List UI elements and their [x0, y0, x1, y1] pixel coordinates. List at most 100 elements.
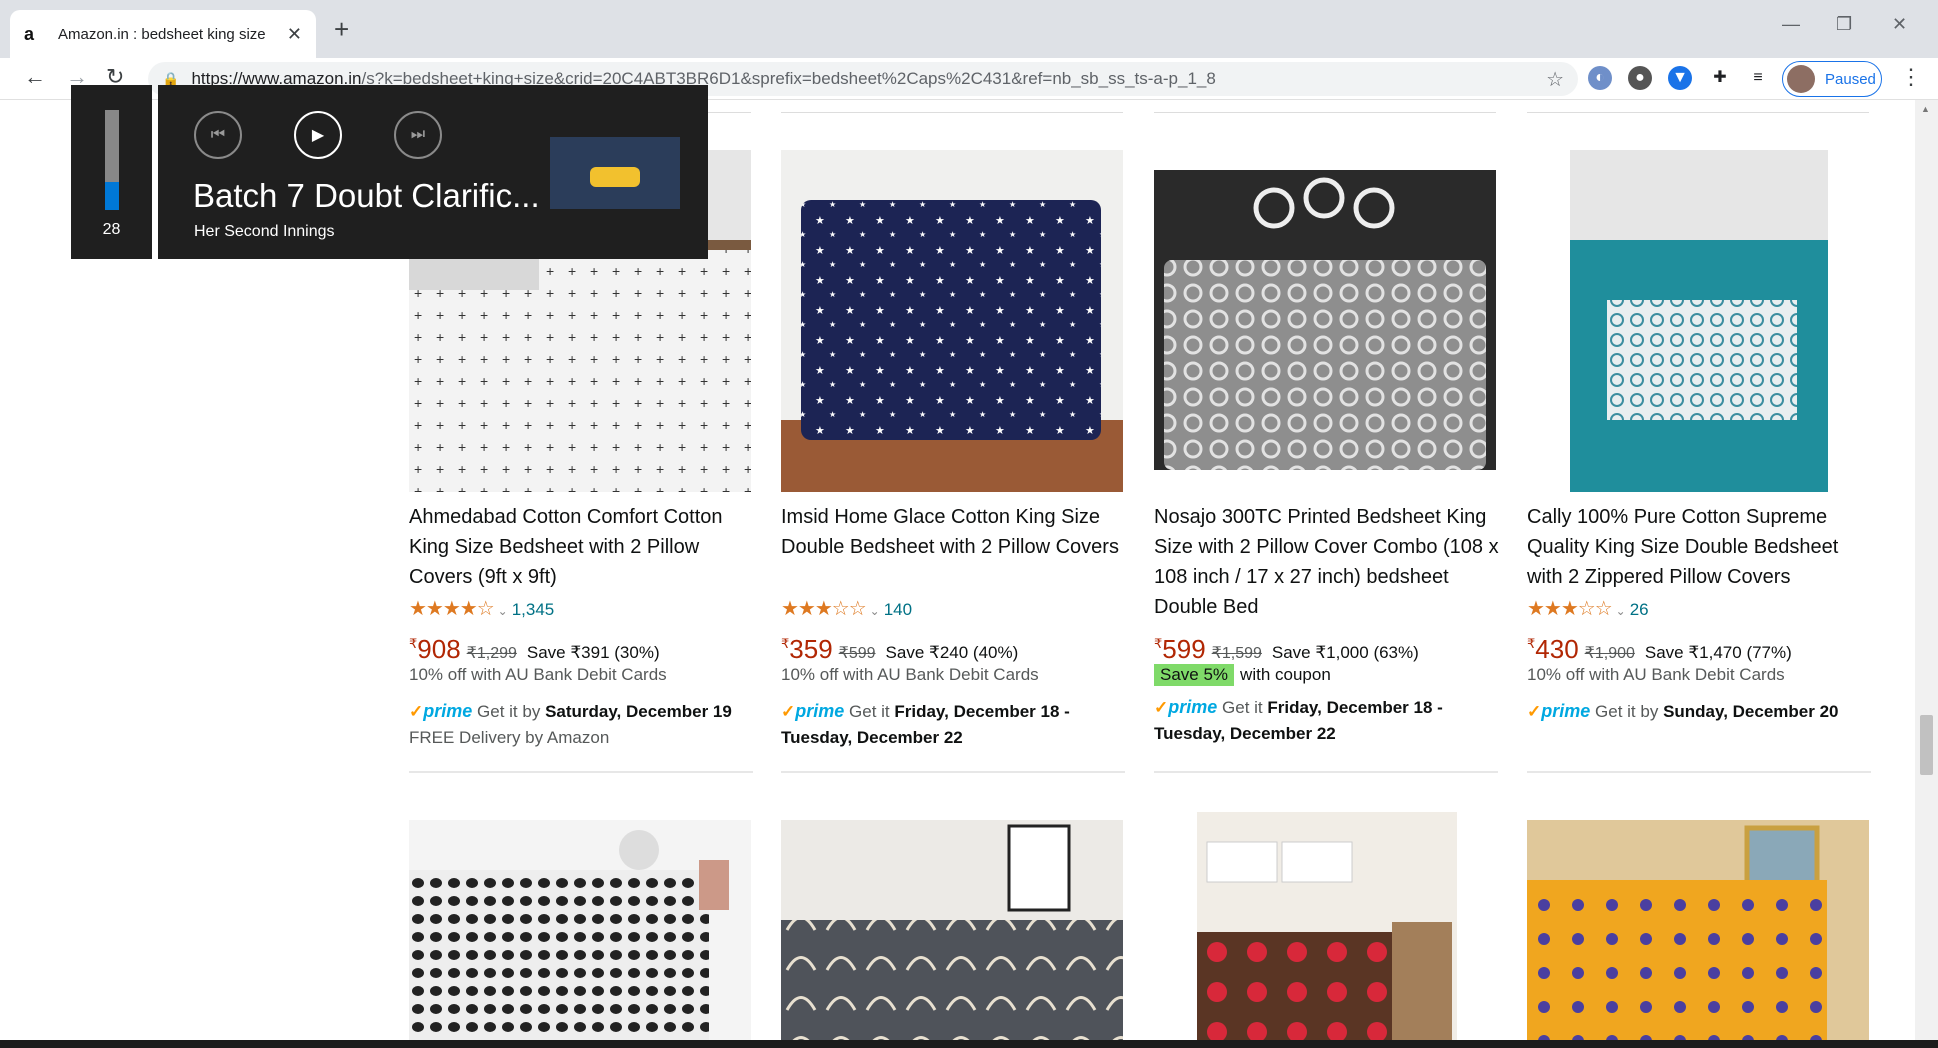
prime-check-icon: ✓	[781, 702, 796, 721]
menu-icon[interactable]: ⋮	[1900, 64, 1922, 90]
new-tab-button[interactable]: +	[334, 14, 349, 45]
bedsheet-black-white-image	[409, 820, 751, 1040]
price-line: ₹430 ₹1,900 Save ₹1,470 (77%)	[1527, 634, 1792, 665]
page-scrollbar[interactable]: ▲	[1915, 100, 1938, 1040]
product-title[interactable]: Cally 100% Pure Cotton Supreme Quality K…	[1527, 502, 1872, 592]
price: 908	[417, 634, 461, 664]
restore-icon[interactable]: ❐	[1836, 14, 1852, 35]
divider	[781, 112, 1123, 113]
rating-stars: ★★★★☆	[409, 598, 495, 620]
media-title: Batch 7 Doubt Clarific...	[193, 177, 540, 214]
bedsheet-grey-pattern-image	[1154, 150, 1496, 492]
prime-logo: prime	[1541, 701, 1591, 721]
bank-offer: 10% off with AU Bank Debit Cards	[409, 665, 667, 684]
product-title[interactable]: Imsid Home Glace Cotton King Size Double…	[781, 502, 1126, 562]
price-line: ₹359 ₹599 Save ₹240 (40%)	[781, 634, 1018, 665]
product-card: Cally 100% Pure Cotton Supreme Quality K…	[1527, 150, 1869, 780]
delivery-info: ✓prime Get it Friday, December 18 - Tues…	[781, 698, 1126, 751]
mrp: ₹599	[838, 645, 876, 662]
media-controls: ⏮ ▶ ⏭ Batch 7 Doubt Clarific... Her Seco…	[158, 85, 708, 259]
delivery-prefix: Get it by	[1595, 702, 1659, 721]
previous-track-icon[interactable]: ⏮	[194, 111, 242, 159]
taskbar	[0, 1040, 1938, 1048]
bedsheet-grey-leaf-image	[781, 820, 1123, 1040]
rating[interactable]: ★★★☆☆ ⌄ 140	[781, 596, 912, 621]
delivery-prefix: Get it by	[477, 702, 541, 721]
prime-check-icon: ✓	[1154, 698, 1169, 717]
tab-title: Amazon.in : bedsheet king size	[58, 25, 266, 43]
product-image[interactable]	[1527, 820, 1869, 1040]
chevron-down-icon: ⌄	[869, 604, 880, 618]
scrollbar-thumb[interactable]	[1920, 715, 1933, 775]
divider	[1527, 112, 1869, 113]
divider	[781, 771, 1125, 773]
price-line: ₹599 ₹1,599 Save ₹1,000 (63%)	[1154, 634, 1419, 665]
minimize-icon[interactable]: —	[1782, 14, 1800, 35]
bookmark-star-icon[interactable]: ☆	[1546, 67, 1564, 92]
delivery-info: ✓prime Get it by Sunday, December 20	[1527, 698, 1872, 725]
chevron-down-icon: ⌄	[497, 604, 508, 618]
tab-amazon[interactable]: a Amazon.in : bedsheet king size ✕	[10, 10, 316, 58]
delivery-date: Sunday, December 20	[1663, 702, 1839, 721]
bedsheet-teal-image	[1527, 150, 1869, 492]
chevron-down-icon: ⌄	[1615, 604, 1626, 618]
delivery-note: FREE Delivery by Amazon	[409, 728, 610, 747]
bank-offer: 10% off with AU Bank Debit Cards	[1527, 665, 1785, 684]
savings: Save ₹391 (30%)	[526, 643, 660, 662]
tab-strip: a Amazon.in : bedsheet king size ✕ + — ❐…	[0, 0, 1938, 58]
product-title[interactable]: Ahmedabad Cotton Comfort Cotton King Siz…	[409, 502, 754, 592]
product-card: ★★ Imsid Home Glace Cotton King Size Dou…	[781, 150, 1123, 780]
prime-check-icon: ✓	[409, 702, 424, 721]
product-image[interactable]	[781, 820, 1123, 1040]
currency-symbol: ₹	[1527, 636, 1536, 651]
rating-stars: ★★★☆☆	[781, 598, 867, 620]
media-artist: Her Second Innings	[194, 223, 335, 240]
product-image[interactable]: ★★	[781, 150, 1123, 492]
delivery-info: ✓prime Get it Friday, December 18 - Tues…	[1154, 694, 1499, 747]
prime-logo: prime	[795, 701, 845, 721]
rating[interactable]: ★★★★☆ ⌄ 1,345	[409, 596, 554, 621]
bedsheet-red-floral-image	[1197, 812, 1457, 1040]
profile-button[interactable]: Paused	[1782, 61, 1882, 97]
price: 599	[1162, 634, 1206, 664]
divider	[1527, 771, 1871, 773]
price: 359	[789, 634, 833, 664]
review-count[interactable]: 140	[884, 600, 912, 619]
rating[interactable]: ★★★☆☆ ⌄ 26	[1527, 596, 1649, 621]
prime-check-icon: ✓	[1527, 702, 1542, 721]
profile-status: Paused	[1825, 70, 1876, 88]
play-icon[interactable]: ▶	[294, 111, 342, 159]
review-count[interactable]: 1,345	[512, 600, 555, 619]
extensions-puzzle-icon[interactable]: ✚	[1708, 66, 1732, 90]
back-icon[interactable]: ←	[24, 64, 46, 90]
extension-1-icon[interactable]: ◐	[1588, 66, 1612, 90]
savings: Save ₹1,470 (77%)	[1644, 643, 1792, 662]
bank-offer: 10% off with AU Bank Debit Cards	[781, 665, 1039, 684]
volume-slider[interactable]	[105, 110, 119, 210]
divider	[1154, 112, 1496, 113]
product-image[interactable]	[1154, 150, 1496, 492]
review-count[interactable]: 26	[1630, 600, 1649, 619]
media-queue-icon[interactable]: ≡	[1746, 66, 1770, 90]
product-image[interactable]	[1527, 150, 1869, 492]
currency-symbol: ₹	[781, 636, 790, 651]
extension-2-icon[interactable]: ●	[1628, 66, 1652, 90]
next-track-icon[interactable]: ⏭	[394, 111, 442, 159]
avatar	[1787, 65, 1815, 93]
close-tab-icon[interactable]: ✕	[287, 24, 302, 45]
product-image[interactable]	[1197, 812, 1457, 1040]
prime-logo: prime	[423, 701, 473, 721]
price: 430	[1535, 634, 1579, 664]
mrp: ₹1,299	[466, 645, 517, 662]
product-title[interactable]: Nosajo 300TC Printed Bedsheet King Size …	[1154, 502, 1499, 622]
delivery-prefix: Get it	[1222, 698, 1263, 717]
prime-logo: prime	[1168, 697, 1218, 717]
coupon-offer[interactable]: Save 5% with coupon	[1154, 664, 1331, 686]
scroll-up-icon[interactable]: ▲	[1921, 104, 1930, 114]
close-window-icon[interactable]: ✕	[1892, 14, 1907, 35]
product-image[interactable]	[409, 820, 751, 1040]
shield-extension-icon[interactable]: ▼	[1668, 66, 1692, 90]
media-thumbnail	[550, 137, 680, 209]
volume-flyout: 28	[71, 85, 152, 259]
product-card: Nosajo 300TC Printed Bedsheet King Size …	[1154, 150, 1499, 780]
